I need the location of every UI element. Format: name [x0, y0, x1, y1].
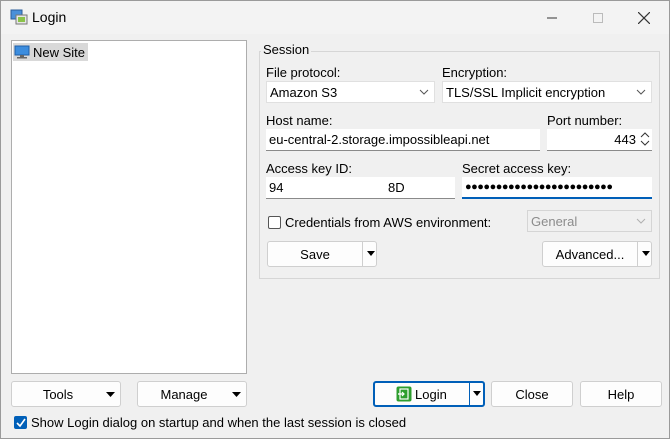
login-dropdown-button[interactable] — [469, 383, 484, 405]
title-bar: Login — [1, 1, 669, 34]
chevron-down-icon — [636, 89, 646, 95]
aws-env-checkbox[interactable] — [268, 216, 281, 229]
port-number-value: 443 — [614, 132, 636, 147]
session-group-title: Session — [261, 42, 312, 57]
dropdown-arrow-icon — [232, 392, 241, 397]
login-button-label: Login — [415, 387, 447, 402]
show-login-on-startup-label: Show Login dialog on startup and when th… — [31, 415, 407, 430]
site-tree-item-label: New Site — [33, 44, 86, 60]
host-name-input[interactable]: eu-central-2.storage.impossibleapi.net — [266, 129, 540, 151]
chevron-down-icon — [636, 218, 646, 224]
secret-key-label: Secret access key: — [462, 161, 572, 176]
access-key-value-start: 94 — [269, 180, 284, 195]
manage-button-label: Manage — [160, 386, 208, 402]
app-icon — [10, 9, 28, 25]
aws-env-label: Credentials from AWS environment: — [285, 215, 492, 230]
help-button[interactable]: Help — [580, 381, 662, 407]
site-tree[interactable]: New Site — [11, 40, 247, 374]
dropdown-arrow-icon — [106, 392, 115, 397]
access-key-input[interactable]: 94 8D — [266, 177, 455, 199]
close-window-button[interactable] — [621, 1, 667, 34]
show-login-on-startup-checkbox[interactable] — [14, 416, 27, 429]
dropdown-arrow-icon — [641, 251, 650, 256]
maximize-icon — [593, 12, 603, 23]
advanced-dropdown-button[interactable] — [637, 242, 653, 266]
advanced-button-label: Advanced... — [555, 246, 625, 262]
dropdown-arrow-icon — [366, 251, 375, 256]
host-name-label: Host name: — [266, 113, 333, 128]
file-protocol-value: Amazon S3 — [270, 85, 338, 100]
maximize-button[interactable] — [575, 1, 621, 34]
site-tree-item-new-site[interactable]: New Site — [13, 43, 89, 61]
secret-key-value: ●●●●●●●●●●●●●●●●●●●●●●●● — [465, 181, 613, 193]
save-split-button[interactable]: Save — [267, 241, 377, 267]
checkmark-icon — [16, 418, 26, 428]
tools-button-label: Tools — [42, 386, 74, 402]
login-dialog: Login New Site Session File protocol: Am… — [0, 0, 670, 439]
aws-env-profile-select: General — [527, 210, 652, 232]
save-button-label: Save — [300, 246, 330, 262]
close-button-label: Close — [515, 386, 549, 402]
computer-icon — [14, 45, 30, 59]
access-key-label: Access key ID: — [266, 161, 352, 176]
chevron-down-icon — [419, 89, 429, 95]
login-split-button[interactable]: Login — [373, 381, 485, 407]
file-protocol-label: File protocol: — [266, 65, 341, 80]
spinner-arrows-icon[interactable] — [640, 130, 650, 148]
advanced-split-button[interactable]: Advanced... — [542, 241, 652, 267]
save-dropdown-button[interactable] — [362, 242, 378, 266]
manage-button[interactable]: Manage — [137, 381, 247, 407]
close-icon — [638, 11, 650, 24]
close-button[interactable]: Close — [491, 381, 573, 407]
encryption-label: Encryption: — [442, 65, 508, 80]
encryption-select[interactable]: TLS/SSL Implicit encryption — [442, 81, 652, 103]
port-number-label: Port number: — [547, 113, 623, 128]
file-protocol-select[interactable]: Amazon S3 — [266, 81, 435, 103]
login-icon — [396, 386, 412, 402]
minimize-icon — [547, 17, 557, 18]
aws-env-profile-value: General — [531, 214, 578, 229]
window-title: Login — [32, 9, 67, 25]
encryption-value: TLS/SSL Implicit encryption — [446, 85, 606, 100]
host-name-value: eu-central-2.storage.impossibleapi.net — [269, 132, 490, 147]
secret-key-input[interactable]: ●●●●●●●●●●●●●●●●●●●●●●●● — [462, 177, 652, 199]
port-number-input[interactable]: 443 — [547, 129, 652, 151]
dropdown-arrow-icon — [473, 391, 481, 396]
tools-button[interactable]: Tools — [11, 381, 121, 407]
minimize-button[interactable] — [529, 1, 575, 34]
help-button-label: Help — [607, 386, 635, 402]
access-key-value-end: 8D — [388, 180, 405, 195]
